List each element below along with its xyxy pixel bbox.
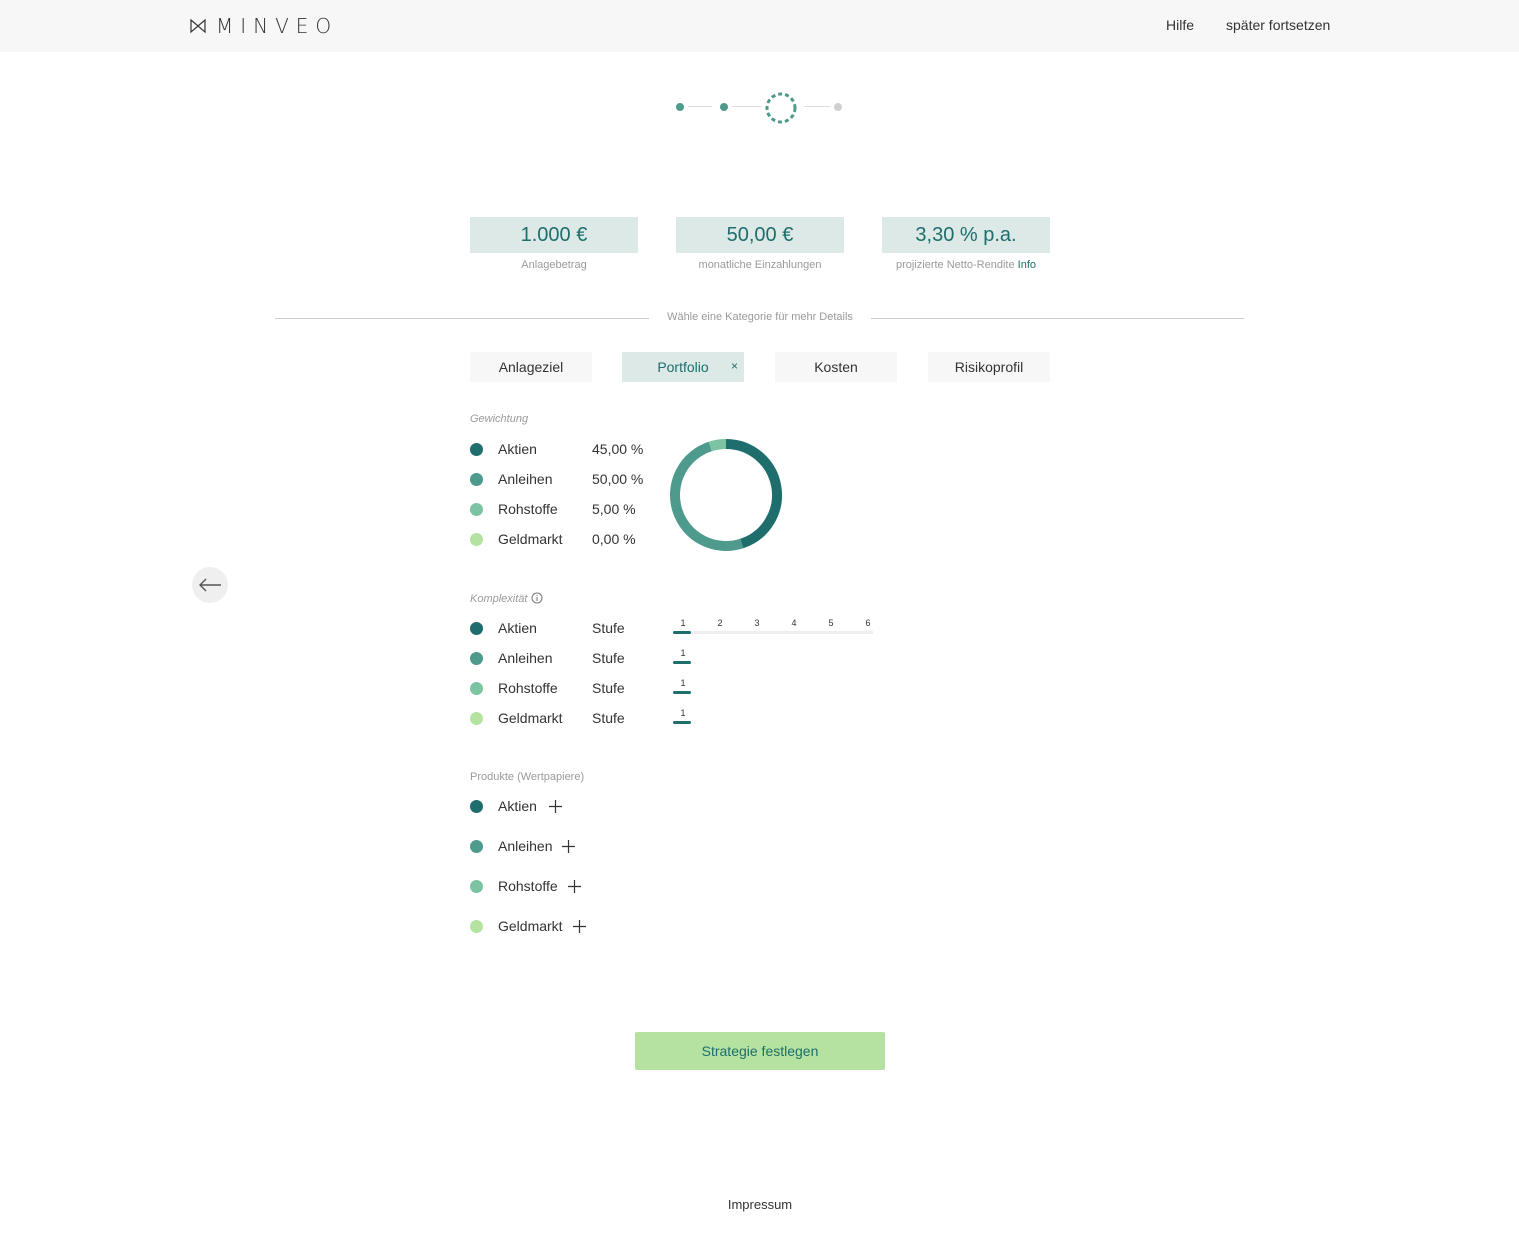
step-3-current	[765, 92, 797, 124]
legend-dot	[470, 443, 483, 456]
complexity-title-text: Komplexität	[470, 593, 528, 605]
tab-risikoprofil[interactable]: Risikoprofil	[928, 352, 1050, 382]
tab-label: Anlageziel	[498, 359, 564, 375]
complexity-level-bar	[673, 661, 691, 664]
expand-plus-icon[interactable]	[549, 800, 562, 813]
monthly-deposit: 50,00 €	[676, 217, 844, 253]
products-title: Produkte (Wertpapiere)	[470, 771, 585, 783]
complexity-stufe: Stufe	[592, 680, 625, 696]
complexity-label: Anleihen	[498, 650, 553, 666]
scale-tick: 2	[717, 618, 723, 628]
logo-text: MINVEO	[216, 14, 339, 38]
donut-slice-rohstoffe	[708, 439, 727, 452]
legend-dot	[470, 503, 483, 516]
weight-label: Aktien	[498, 441, 537, 457]
weight-value: 50,00 %	[592, 471, 644, 487]
progress-stepper	[672, 90, 852, 124]
legend-dot	[470, 840, 483, 853]
complexity-level: 1	[680, 678, 686, 688]
divider-left	[275, 318, 649, 319]
expand-plus-icon[interactable]	[573, 920, 586, 933]
step-4-pending	[834, 103, 842, 111]
category-prompt: Wähle eine Kategorie für mehr Details	[667, 311, 853, 323]
complexity-level-bar	[673, 631, 691, 634]
tab-label: Risikoprofil	[954, 359, 1024, 375]
minveo-logo[interactable]: MINVEO	[190, 14, 338, 38]
donut-slice-aktien	[725, 439, 782, 549]
weight-label: Anleihen	[498, 471, 553, 487]
allocation-donut-chart	[670, 439, 782, 551]
help-link[interactable]: Hilfe	[1166, 17, 1194, 33]
investment-amount: 1.000 €	[470, 217, 638, 253]
complexity-label: Aktien	[498, 620, 537, 636]
legend-dot	[470, 920, 483, 933]
complexity-stufe: Stufe	[592, 620, 625, 636]
scale-tick: 1	[680, 618, 686, 628]
weighting-title: Gewichtung	[470, 413, 529, 425]
close-icon[interactable]: ×	[731, 359, 738, 373]
donut-slice-anleihen	[670, 441, 744, 551]
product-label: Rohstoffe	[498, 878, 558, 894]
legend-dot	[470, 682, 483, 695]
scale-tick: 6	[865, 618, 871, 628]
step-connector	[804, 106, 830, 107]
continue-later-link[interactable]: später fortsetzen	[1226, 17, 1330, 33]
complexity-title: Komplexität	[470, 592, 543, 605]
back-button[interactable]	[192, 567, 228, 603]
legend-dot	[470, 533, 483, 546]
scale-tick: 4	[791, 618, 797, 628]
legend-dot	[470, 622, 483, 635]
arrow-left-icon	[199, 578, 221, 592]
logo-icon	[190, 18, 206, 34]
step-connector	[732, 106, 762, 107]
expand-plus-icon[interactable]	[562, 840, 575, 853]
complexity-label: Geldmarkt	[498, 710, 563, 726]
complexity-level: 1	[680, 648, 686, 658]
tab-anlageziel[interactable]: Anlageziel	[470, 352, 592, 382]
impressum-link[interactable]: Impressum	[660, 1197, 860, 1212]
legend-dot	[470, 880, 483, 893]
monthly-deposit-label: monatliche Einzahlungen	[698, 259, 822, 271]
weight-value: 0,00 %	[592, 531, 636, 547]
projected-return-label: projizierte Netto-Rendite Info	[866, 259, 1066, 271]
weight-label: Rohstoffe	[498, 501, 558, 517]
info-link[interactable]: Info	[1018, 259, 1036, 271]
complexity-level-bar	[673, 691, 691, 694]
projected-return: 3,30 % p.a.	[882, 217, 1050, 253]
tab-portfolio[interactable]: Portfolio ×	[622, 352, 744, 382]
investment-amount-label: Anlagebetrag	[521, 259, 587, 271]
complexity-stufe: Stufe	[592, 710, 625, 726]
set-strategy-button[interactable]: Strategie festlegen	[635, 1032, 885, 1070]
complexity-label: Rohstoffe	[498, 680, 558, 696]
weight-label: Geldmarkt	[498, 531, 563, 547]
tab-label: Portfolio	[657, 359, 709, 375]
weight-value: 5,00 %	[592, 501, 636, 517]
weight-value: 45,00 %	[592, 441, 644, 457]
tab-kosten[interactable]: Kosten	[775, 352, 897, 382]
complexity-scale-track	[673, 631, 873, 634]
step-1-done	[676, 103, 684, 111]
complexity-stufe: Stufe	[592, 650, 625, 666]
legend-dot	[470, 800, 483, 813]
legend-dot	[470, 712, 483, 725]
expand-plus-icon[interactable]	[568, 880, 581, 893]
legend-dot	[470, 473, 483, 486]
top-header: MINVEO Hilfe später fortsetzen	[0, 0, 1519, 52]
step-2-done	[720, 103, 728, 111]
projected-return-text: projizierte Netto-Rendite	[895, 259, 1015, 271]
complexity-level-bar	[673, 721, 691, 724]
scale-tick: 5	[828, 618, 834, 628]
info-icon[interactable]	[531, 592, 543, 604]
product-label: Aktien	[498, 798, 537, 814]
divider-right	[871, 318, 1244, 319]
scale-tick: 3	[754, 618, 760, 628]
complexity-level: 1	[680, 708, 686, 718]
product-label: Anleihen	[498, 838, 553, 854]
product-label: Geldmarkt	[498, 918, 563, 934]
legend-dot	[470, 652, 483, 665]
step-connector	[688, 106, 712, 107]
tab-label: Kosten	[814, 359, 858, 375]
